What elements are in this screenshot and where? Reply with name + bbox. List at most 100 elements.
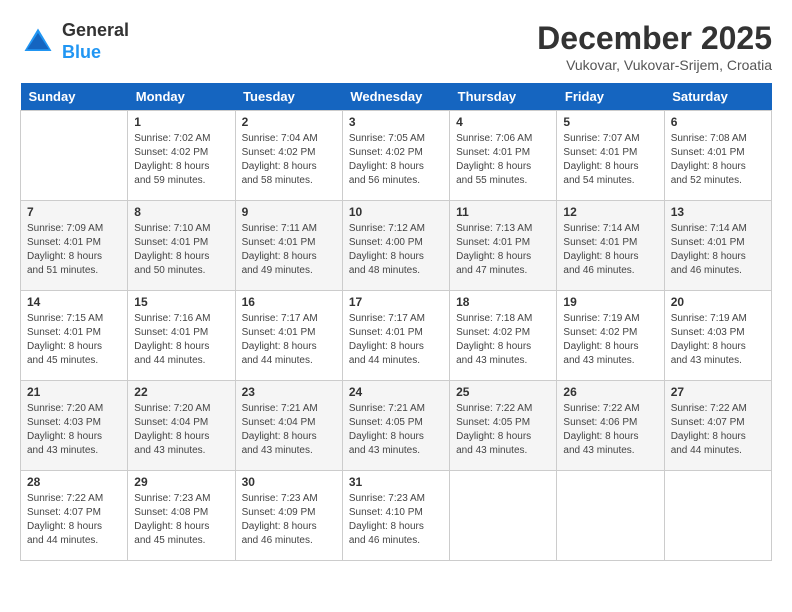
day-header-wednesday: Wednesday <box>342 83 449 111</box>
calendar-cell: 23 Sunrise: 7:21 AMSunset: 4:04 PMDayligh… <box>235 381 342 471</box>
week-row-2: 7Sunrise: 7:09 AMSunset: 4:01 PMDaylight… <box>21 201 772 291</box>
calendar-cell <box>21 111 128 201</box>
calendar-cell: 8Sunrise: 7:10 AMSunset: 4:01 PMDaylight… <box>128 201 235 291</box>
day-number: 21 <box>27 385 121 399</box>
cell-info: Sunrise: 7:23 AMSunset: 4:08 PMDaylight:… <box>134 492 228 548</box>
day-number: 15 <box>134 295 228 309</box>
location: Vukovar, Vukovar-Srijem, Croatia <box>537 57 772 73</box>
calendar-cell <box>450 471 557 561</box>
cell-info: Sunrise: 7:22 AMSunset: 4:07 PMDaylight:… <box>27 492 121 548</box>
day-number: 9 <box>242 205 336 219</box>
day-number: 22 <box>134 385 228 399</box>
header-row: SundayMondayTuesdayWednesdayThursdayFrid… <box>21 83 772 111</box>
day-header-saturday: Saturday <box>664 83 771 111</box>
calendar-cell: 1Sunrise: 7:02 AMSunset: 4:02 PMDaylight… <box>128 111 235 201</box>
cell-info: Sunrise: 7:13 AMSunset: 4:01 PMDaylight:… <box>456 222 550 278</box>
calendar-cell: 24 Sunrise: 7:21 AMSunset: 4:05 PMDayligh… <box>342 381 449 471</box>
calendar-cell <box>557 471 664 561</box>
calendar-cell: 29 Sunrise: 7:23 AMSunset: 4:08 PMDayligh… <box>128 471 235 561</box>
day-number: 13 <box>671 205 765 219</box>
day-number: 4 <box>456 115 550 129</box>
cell-info: Sunrise: 7:05 AMSunset: 4:02 PMDaylight:… <box>349 132 443 188</box>
calendar-cell: 13 Sunrise: 7:14 AMSunset: 4:01 PMDayligh… <box>664 201 771 291</box>
cell-info: Sunrise: 7:20 AMSunset: 4:03 PMDaylight:… <box>27 402 121 458</box>
calendar-cell: 15 Sunrise: 7:16 AMSunset: 4:01 PMDayligh… <box>128 291 235 381</box>
cell-info: Sunrise: 7:22 AMSunset: 4:05 PMDaylight:… <box>456 402 550 458</box>
day-number: 26 <box>563 385 657 399</box>
calendar-cell: 11 Sunrise: 7:13 AMSunset: 4:01 PMDayligh… <box>450 201 557 291</box>
cell-info: Sunrise: 7:16 AMSunset: 4:01 PMDaylight:… <box>134 312 228 368</box>
day-number: 6 <box>671 115 765 129</box>
day-number: 23 <box>242 385 336 399</box>
calendar-cell: 2Sunrise: 7:04 AMSunset: 4:02 PMDaylight… <box>235 111 342 201</box>
day-number: 16 <box>242 295 336 309</box>
calendar-cell: 4 Sunrise: 7:06 AMSunset: 4:01 PMDaylight… <box>450 111 557 201</box>
calendar-cell: 6 Sunrise: 7:08 AMSunset: 4:01 PMDaylight… <box>664 111 771 201</box>
day-number: 30 <box>242 475 336 489</box>
cell-info: Sunrise: 7:14 AMSunset: 4:01 PMDaylight:… <box>563 222 657 278</box>
calendar-cell: 26 Sunrise: 7:22 AMSunset: 4:06 PMDayligh… <box>557 381 664 471</box>
day-number: 17 <box>349 295 443 309</box>
day-number: 28 <box>27 475 121 489</box>
cell-info: Sunrise: 7:09 AMSunset: 4:01 PMDaylight:… <box>27 222 121 278</box>
calendar-cell: 12 Sunrise: 7:14 AMSunset: 4:01 PMDayligh… <box>557 201 664 291</box>
calendar-cell: 21 Sunrise: 7:20 AMSunset: 4:03 PMDayligh… <box>21 381 128 471</box>
day-number: 3 <box>349 115 443 129</box>
day-number: 27 <box>671 385 765 399</box>
cell-info: Sunrise: 7:22 AMSunset: 4:06 PMDaylight:… <box>563 402 657 458</box>
day-number: 19 <box>563 295 657 309</box>
cell-info: Sunrise: 7:17 AMSunset: 4:01 PMDaylight:… <box>349 312 443 368</box>
day-header-tuesday: Tuesday <box>235 83 342 111</box>
calendar-cell: 16 Sunrise: 7:17 AMSunset: 4:01 PMDayligh… <box>235 291 342 381</box>
cell-info: Sunrise: 7:15 AMSunset: 4:01 PMDaylight:… <box>27 312 121 368</box>
cell-info: Sunrise: 7:14 AMSunset: 4:01 PMDaylight:… <box>671 222 765 278</box>
cell-info: Sunrise: 7:19 AMSunset: 4:02 PMDaylight:… <box>563 312 657 368</box>
calendar-cell: 9 Sunrise: 7:11 AMSunset: 4:01 PMDaylight… <box>235 201 342 291</box>
day-number: 25 <box>456 385 550 399</box>
calendar-cell: 5 Sunrise: 7:07 AMSunset: 4:01 PMDaylight… <box>557 111 664 201</box>
calendar-cell: 18Sunrise: 7:18 AMSunset: 4:02 PMDayligh… <box>450 291 557 381</box>
day-number: 11 <box>456 205 550 219</box>
day-number: 14 <box>27 295 121 309</box>
day-number: 5 <box>563 115 657 129</box>
month-title: December 2025 <box>537 20 772 57</box>
cell-info: Sunrise: 7:22 AMSunset: 4:07 PMDaylight:… <box>671 402 765 458</box>
calendar-cell: 27 Sunrise: 7:22 AMSunset: 4:07 PMDayligh… <box>664 381 771 471</box>
day-number: 1 <box>134 115 228 129</box>
day-header-monday: Monday <box>128 83 235 111</box>
cell-info: Sunrise: 7:21 AMSunset: 4:04 PMDaylight:… <box>242 402 336 458</box>
calendar-cell: 31Sunrise: 7:23 AMSunset: 4:10 PMDayligh… <box>342 471 449 561</box>
day-number: 12 <box>563 205 657 219</box>
cell-info: Sunrise: 7:07 AMSunset: 4:01 PMDaylight:… <box>563 132 657 188</box>
day-number: 31 <box>349 475 443 489</box>
day-header-sunday: Sunday <box>21 83 128 111</box>
day-number: 29 <box>134 475 228 489</box>
calendar-cell: 7Sunrise: 7:09 AMSunset: 4:01 PMDaylight… <box>21 201 128 291</box>
cell-info: Sunrise: 7:19 AMSunset: 4:03 PMDaylight:… <box>671 312 765 368</box>
logo: General Blue <box>20 20 129 63</box>
day-header-friday: Friday <box>557 83 664 111</box>
cell-info: Sunrise: 7:21 AMSunset: 4:05 PMDaylight:… <box>349 402 443 458</box>
cell-info: Sunrise: 7:11 AMSunset: 4:01 PMDaylight:… <box>242 222 336 278</box>
calendar-table: SundayMondayTuesdayWednesdayThursdayFrid… <box>20 83 772 561</box>
calendar-cell: 19 Sunrise: 7:19 AMSunset: 4:02 PMDayligh… <box>557 291 664 381</box>
logo-icon <box>20 24 56 60</box>
cell-info: Sunrise: 7:20 AMSunset: 4:04 PMDaylight:… <box>134 402 228 458</box>
calendar-cell: 10 Sunrise: 7:12 AMSunset: 4:00 PMDayligh… <box>342 201 449 291</box>
day-number: 20 <box>671 295 765 309</box>
day-header-thursday: Thursday <box>450 83 557 111</box>
calendar-cell: 3 Sunrise: 7:05 AMSunset: 4:02 PMDaylight… <box>342 111 449 201</box>
day-number: 24 <box>349 385 443 399</box>
day-number: 18 <box>456 295 550 309</box>
cell-info: Sunrise: 7:12 AMSunset: 4:00 PMDaylight:… <box>349 222 443 278</box>
day-number: 8 <box>134 205 228 219</box>
day-number: 10 <box>349 205 443 219</box>
title-block: December 2025 Vukovar, Vukovar-Srijem, C… <box>537 20 772 73</box>
cell-info: Sunrise: 7:08 AMSunset: 4:01 PMDaylight:… <box>671 132 765 188</box>
week-row-3: 14 Sunrise: 7:15 AMSunset: 4:01 PMDayligh… <box>21 291 772 381</box>
calendar-cell: 28 Sunrise: 7:22 AMSunset: 4:07 PMDayligh… <box>21 471 128 561</box>
cell-info: Sunrise: 7:06 AMSunset: 4:01 PMDaylight:… <box>456 132 550 188</box>
page-header: General Blue December 2025 Vukovar, Vuko… <box>20 20 772 73</box>
cell-info: Sunrise: 7:17 AMSunset: 4:01 PMDaylight:… <box>242 312 336 368</box>
week-row-4: 21 Sunrise: 7:20 AMSunset: 4:03 PMDayligh… <box>21 381 772 471</box>
